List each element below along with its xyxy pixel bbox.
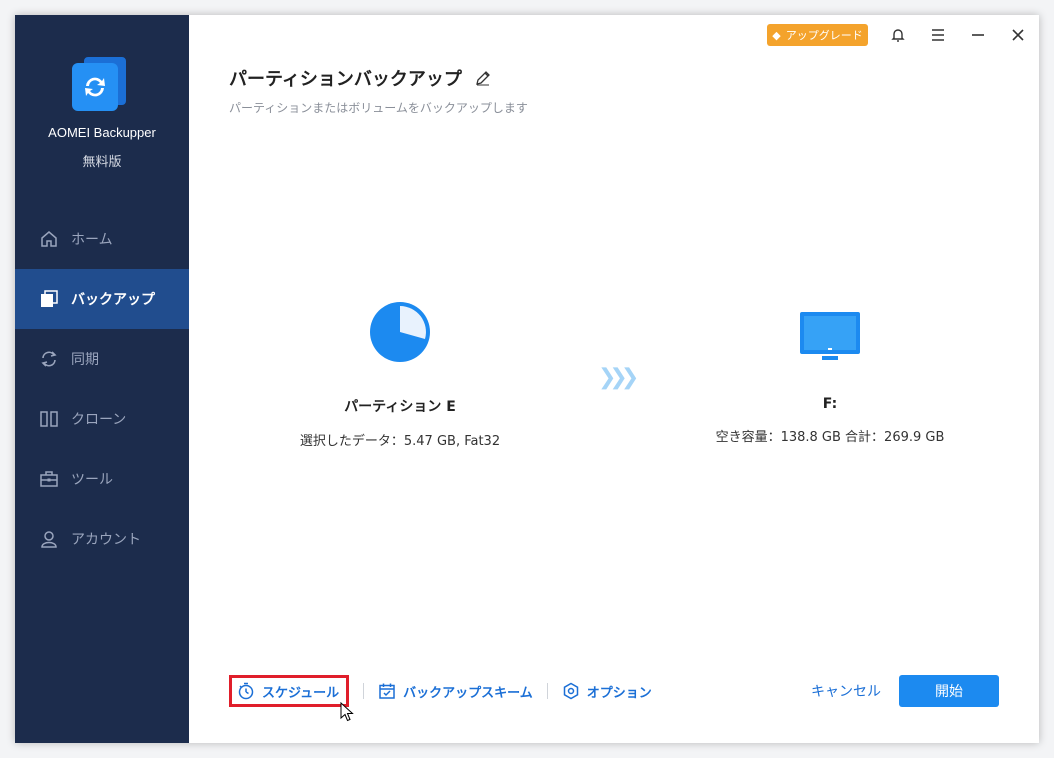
app-edition: 無料版 [82,155,122,170]
source-panel: パーティション E 選択したデータ：5.47 GB, Fat32 [265,300,535,449]
sidebar-item-account[interactable]: アカウント [15,509,189,569]
page-header: パーティションバックアップ [229,65,492,91]
options-label: オプション [586,685,652,701]
settings-hexagon-icon [563,682,578,700]
sidebar-item-clone[interactable]: クローン [15,389,189,449]
options-button[interactable]: オプション [562,675,652,707]
upgrade-label: アップグレード [785,29,863,42]
schedule-label: スケジュール [262,685,340,701]
sidebar-item-label: アカウント [71,532,141,548]
clone-icon [39,409,59,429]
sync-icon [39,349,59,369]
calendar-check-icon [379,683,395,699]
account-icon [39,529,59,549]
upgrade-button[interactable]: ◆ アップグレード [767,24,868,46]
sidebar-item-label: バックアップ [71,292,155,308]
schedule-button[interactable]: スケジュール [229,675,350,707]
stopwatch-icon [238,682,254,700]
sidebar: AOMEI Backupper 無料版 ホーム バックアップ 同期 クローン ツ… [15,15,189,743]
backup-scheme-button[interactable]: バックアップスキーム [378,675,533,707]
divider [363,683,365,699]
source-partition-detail: 選択したデータ：5.47 GB, Fat32 [299,434,501,449]
sidebar-item-home[interactable]: ホーム [15,209,189,269]
edit-pencil-icon[interactable] [474,69,492,87]
sidebar-nav: ホーム バックアップ 同期 クローン ツール アカウント [15,209,189,569]
monitor-icon[interactable] [798,310,862,364]
notification-bell-icon[interactable] [886,23,910,47]
app-window: AOMEI Backupper 無料版 ホーム バックアップ 同期 クローン ツ… [15,15,1039,743]
close-icon[interactable] [1006,23,1030,47]
sidebar-item-backup[interactable]: バックアップ [15,269,189,329]
app-logo [72,55,132,115]
backup-icon [39,289,59,309]
sidebar-item-label: ツール [71,472,113,488]
diamond-icon: ◆ [772,28,781,42]
direction-arrows-icon: ❯❯❯ [598,365,639,390]
menu-icon[interactable] [926,23,950,47]
start-button[interactable]: 開始 [899,675,999,707]
tools-icon [39,469,59,489]
divider [546,683,548,699]
partition-pie-icon[interactable] [368,300,432,364]
page-subtitle: パーティションまたはボリュームをバックアップします [229,101,528,115]
mouse-cursor-icon [340,702,354,722]
app-name: AOMEI Backupper [48,125,156,140]
sidebar-item-label: 同期 [71,352,99,368]
source-partition-name[interactable]: パーティション E [265,396,535,416]
destination-panel: F: 空き容量：138.8 GB 合計：269.9 GB [695,310,965,445]
destination-detail: 空き容量：138.8 GB 合計：269.9 GB [715,430,945,445]
page-title: パーティションバックアップ [229,69,462,90]
sidebar-item-label: クローン [71,412,127,428]
minimize-icon[interactable] [966,23,990,47]
sidebar-item-label: ホーム [71,232,113,248]
cancel-button[interactable]: キャンセル [811,681,881,701]
sidebar-item-sync[interactable]: 同期 [15,329,189,389]
destination-name[interactable]: F: [695,396,965,412]
backup-scheme-label: バックアップスキーム [403,685,533,701]
home-icon [39,229,59,249]
bottom-toolbar: スケジュール バックアップスキーム オプション [229,675,652,707]
sidebar-item-tools[interactable]: ツール [15,449,189,509]
